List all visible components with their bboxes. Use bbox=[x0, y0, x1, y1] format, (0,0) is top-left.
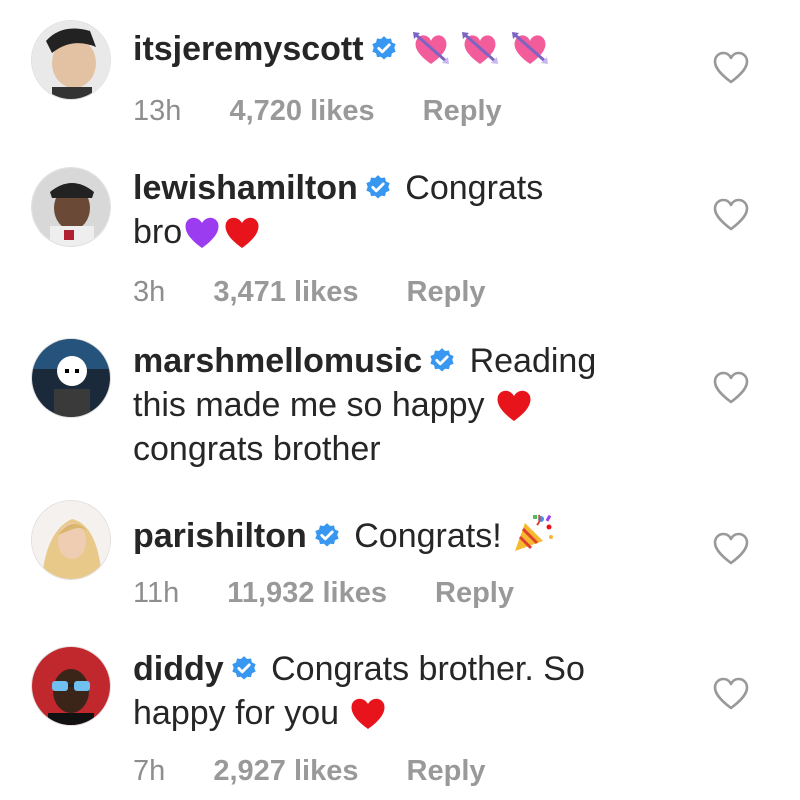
username[interactable]: lewishamilton bbox=[133, 169, 358, 207]
comment-text: this made me so happy bbox=[133, 386, 485, 424]
verified-badge-icon bbox=[313, 522, 341, 550]
comment-text: Congrats brother. So bbox=[271, 650, 585, 688]
comment-meta: 13h 4,720 likes Reply bbox=[133, 95, 542, 128]
verified-badge-icon bbox=[230, 655, 258, 683]
avatar[interactable] bbox=[32, 339, 110, 417]
comment-text: happy for you bbox=[133, 694, 340, 732]
comment-body: parishilton Congrats! bbox=[133, 511, 653, 558]
comment-text: bro bbox=[133, 213, 183, 251]
comment-time: 11h bbox=[133, 577, 180, 609]
comment-time: 7h bbox=[133, 755, 166, 787]
comment-body: diddy Congrats brother. So happy for you bbox=[133, 647, 653, 735]
comment-time: 13h bbox=[133, 95, 182, 127]
reply-button[interactable]: Reply bbox=[423, 95, 502, 127]
comment-text: Congrats! bbox=[354, 517, 502, 555]
like-heart-icon[interactable] bbox=[713, 51, 749, 85]
heart-with-arrow-icon bbox=[460, 30, 500, 68]
reply-button[interactable]: Reply bbox=[407, 755, 486, 787]
party-popper-icon bbox=[511, 511, 555, 555]
likes-count[interactable]: 2,927 likes bbox=[213, 755, 358, 787]
comment-text: Congrats bbox=[405, 169, 544, 207]
avatar[interactable] bbox=[32, 647, 110, 725]
comment-body: lewishamilton Congrats bro bbox=[133, 166, 653, 254]
likes-count[interactable]: 3,471 likes bbox=[213, 276, 358, 308]
avatar[interactable] bbox=[32, 168, 110, 246]
avatar[interactable] bbox=[32, 501, 110, 579]
avatar[interactable] bbox=[32, 21, 110, 99]
like-heart-icon[interactable] bbox=[713, 371, 749, 405]
comment-text: Reading bbox=[469, 342, 597, 380]
heart-with-arrow-icon bbox=[510, 30, 550, 68]
comment-meta: 3h 3,471 likes Reply bbox=[133, 276, 526, 309]
like-heart-icon[interactable] bbox=[713, 198, 749, 232]
likes-count[interactable]: 4,720 likes bbox=[229, 95, 374, 127]
username[interactable]: parishilton bbox=[133, 517, 307, 555]
comment-body: itsjeremyscott bbox=[133, 27, 653, 71]
comment-body: marshmellomusic Reading this made me so … bbox=[133, 339, 653, 471]
red-heart-icon bbox=[494, 386, 534, 424]
username[interactable]: diddy bbox=[133, 650, 224, 688]
reply-button[interactable]: Reply bbox=[407, 276, 486, 308]
heart-with-arrow-icon bbox=[411, 30, 451, 68]
purple-heart-icon bbox=[182, 213, 222, 251]
verified-badge-icon bbox=[370, 35, 398, 63]
username[interactable]: marshmellomusic bbox=[133, 342, 422, 380]
verified-badge-icon bbox=[428, 347, 456, 375]
like-heart-icon[interactable] bbox=[713, 532, 749, 566]
verified-badge-icon bbox=[364, 174, 392, 202]
red-heart-icon bbox=[222, 213, 262, 251]
comment-text: congrats brother bbox=[133, 430, 381, 468]
likes-count[interactable]: 11,932 likes bbox=[227, 577, 387, 609]
comment-time: 3h bbox=[133, 276, 166, 308]
comment-meta: 11h 11,932 likes Reply bbox=[133, 577, 554, 610]
username[interactable]: itsjeremyscott bbox=[133, 30, 364, 68]
red-heart-icon bbox=[348, 694, 388, 732]
reply-button[interactable]: Reply bbox=[435, 577, 514, 609]
like-heart-icon[interactable] bbox=[713, 677, 749, 711]
comment-meta: 7h 2,927 likes Reply bbox=[133, 755, 526, 788]
